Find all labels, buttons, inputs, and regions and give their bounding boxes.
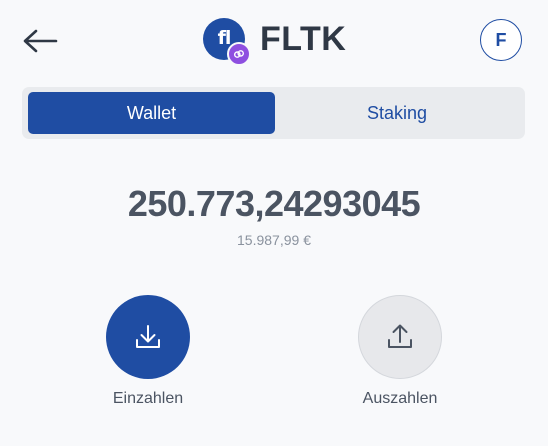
withdraw-action: Auszahlen bbox=[330, 295, 470, 408]
withdraw-label: Auszahlen bbox=[362, 390, 438, 407]
wallet-staking-tabs: Wallet Staking bbox=[22, 87, 525, 139]
token-logo: fl bbox=[203, 18, 251, 66]
token-logo-text: fl bbox=[217, 27, 232, 49]
withdraw-button[interactable] bbox=[358, 295, 442, 379]
token-symbol: FLTK bbox=[260, 19, 347, 58]
download-icon bbox=[136, 325, 160, 348]
upload-icon bbox=[388, 324, 412, 348]
tab-staking[interactable]: Staking bbox=[275, 92, 519, 134]
polygon-chain-icon bbox=[227, 42, 251, 66]
fiat-balance: 15.987,99 € bbox=[237, 232, 311, 248]
token-header: fl FLTK bbox=[203, 16, 347, 66]
arrow-left-icon bbox=[23, 29, 58, 53]
back-button[interactable] bbox=[20, 24, 60, 58]
token-balance: 250.773,24293045 bbox=[127, 183, 421, 224]
profile-initial: F bbox=[495, 29, 507, 50]
deposit-button[interactable] bbox=[106, 295, 190, 379]
deposit-action: Einzahlen bbox=[78, 295, 218, 408]
tab-wallet[interactable]: Wallet bbox=[28, 92, 275, 134]
deposit-label: Einzahlen bbox=[112, 390, 184, 407]
tab-wallet-label: Wallet bbox=[126, 102, 177, 123]
profile-avatar-button[interactable]: F bbox=[480, 19, 522, 61]
tab-staking-label: Staking bbox=[366, 102, 428, 123]
